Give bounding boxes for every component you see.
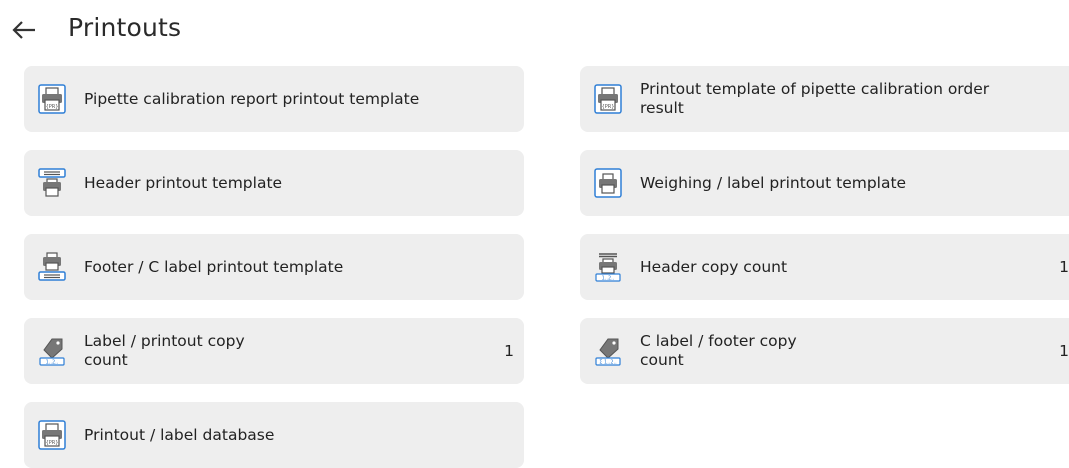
tile-c-label-footer-copy-count[interactable]: Σ 1..2.. C label / footer copy count 1 (580, 318, 1069, 384)
tile-footer-c-label-printout-template[interactable]: Footer / C label printout template (24, 234, 524, 300)
tile-label: Label / printout copy count (84, 332, 245, 369)
tile-label: Weighing / label printout template (640, 173, 907, 192)
tile-label: C label / footer copy count (640, 332, 797, 369)
tile-label: Header copy count (640, 257, 788, 276)
tile-pipette-calibration-order-result-template[interactable]: {PR} Printout template of pipette calibr… (580, 66, 1069, 132)
tile-label: Printout / label database (84, 425, 275, 444)
printer-framed-icon (594, 168, 622, 198)
tile-label-printout-copy-count[interactable]: 1..2.. Label / printout copy count 1 (24, 318, 524, 384)
printer-document-icon: {PR} (38, 420, 66, 450)
svg-text:Σ 1..2..: Σ 1..2.. (599, 360, 617, 366)
tile-header-copy-count[interactable]: 1..2.. Header copy count 1 (580, 234, 1069, 300)
header-bar: Printouts (0, 0, 1069, 58)
tile-label: Header printout template (84, 173, 283, 192)
tile-printout-label-database[interactable]: {PR} Printout / label database (24, 402, 524, 468)
svg-text:{PR}: {PR} (602, 104, 615, 110)
printer-document-icon: {PR} (38, 84, 66, 114)
tile-label: Printout template of pipette calibration… (640, 80, 990, 117)
svg-text:{PR}: {PR} (46, 440, 59, 446)
svg-text:1..2..: 1..2.. (602, 276, 615, 282)
copy-count-value: 1 (504, 342, 514, 360)
copy-count-value: 1 (1059, 258, 1069, 276)
tile-pipette-calibration-report-template[interactable]: {PR} Pipette calibration report printout… (24, 66, 524, 132)
arrow-left-icon (12, 21, 35, 39)
printer-footer-icon (38, 252, 66, 282)
svg-text:{PR}: {PR} (46, 104, 59, 110)
tile-weighing-label-printout-template[interactable]: Weighing / label printout template (580, 150, 1069, 216)
tile-label: Footer / C label printout template (84, 257, 344, 276)
label-tag-count-icon: 1..2.. (38, 336, 66, 366)
back-button[interactable] (6, 12, 42, 48)
tile-label: Pipette calibration report printout temp… (84, 89, 420, 108)
svg-text:1..2..: 1..2.. (46, 360, 59, 366)
header-copy-count-icon: 1..2.. (594, 252, 622, 282)
printer-header-icon (38, 168, 66, 198)
tile-header-printout-template[interactable]: Header printout template (24, 150, 524, 216)
printer-document-icon: {PR} (594, 84, 622, 114)
page-title: Printouts (68, 13, 182, 42)
footer-tag-count-icon: Σ 1..2.. (594, 336, 622, 366)
copy-count-value: 1 (1059, 342, 1069, 360)
